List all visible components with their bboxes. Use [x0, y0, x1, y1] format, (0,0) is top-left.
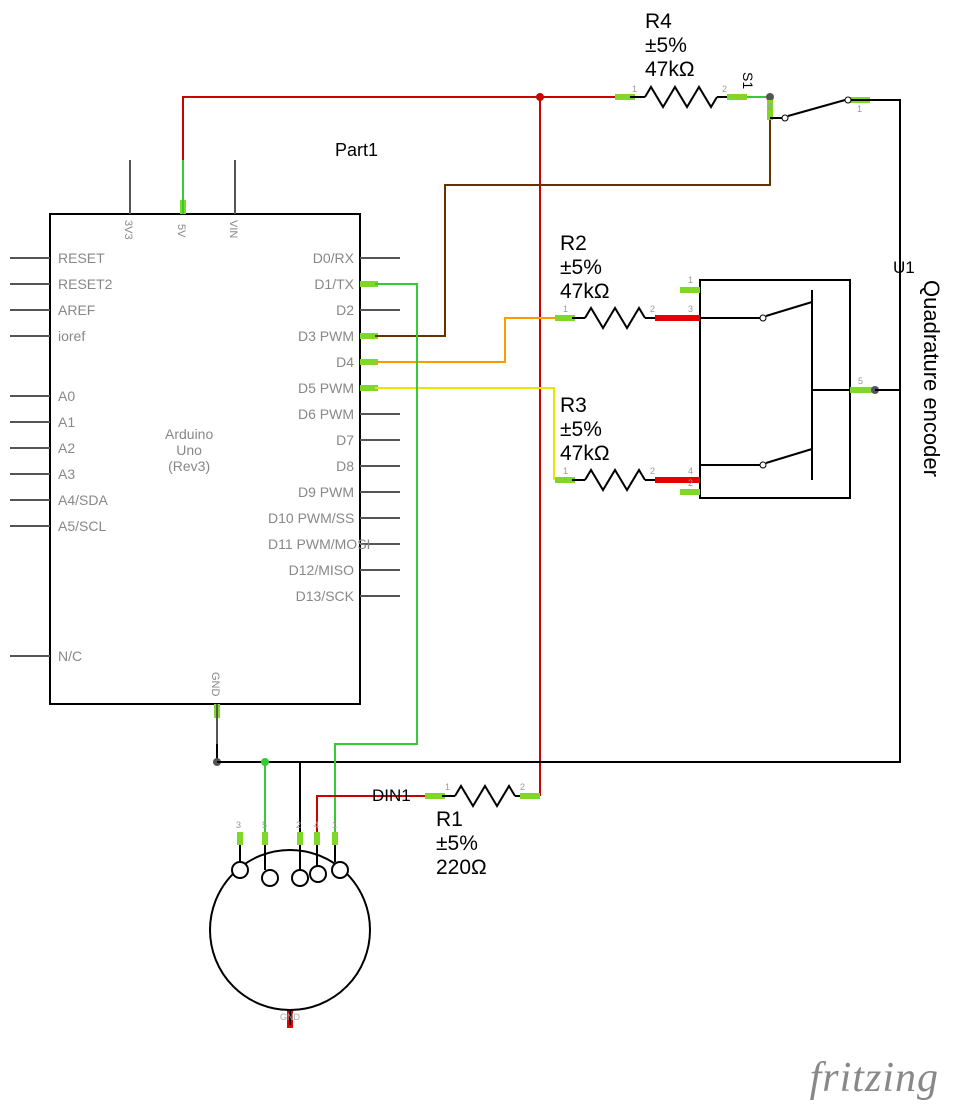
pin-gnd: GND — [209, 672, 221, 696]
pin-vin: VIN — [227, 220, 239, 238]
brand-logo: fritzing — [810, 1054, 939, 1102]
s1-label: S1 — [740, 72, 756, 89]
part1-label: Part1 — [335, 140, 378, 161]
arduino-right-pins: D0/RX D1/TX D2 D3 PWM D4 D5 PWM D6 PWM D… — [268, 250, 354, 604]
r2-label: R2 ±5% 47kΩ — [560, 232, 610, 304]
r4-label: R4 ±5% 47kΩ — [645, 10, 695, 82]
din-connector — [210, 832, 370, 1025]
resistor-R3 — [555, 470, 700, 490]
din-gnd: GND — [280, 1012, 300, 1022]
schematic-canvas: Arduino Uno (Rev3) 3V3 5V VIN RESET RESE… — [0, 0, 957, 1116]
encoder-U1 — [700, 280, 870, 498]
arduino-title: Arduino Uno (Rev3) — [165, 426, 213, 474]
r1-label: R1 ±5% 220Ω — [436, 808, 487, 880]
r3-label: R3 ±5% 47kΩ — [560, 394, 610, 466]
din-ref: DIN1 — [372, 786, 411, 806]
switch-S1 — [770, 97, 870, 121]
wiring-layer — [0, 0, 957, 1116]
encoder-name: Quadrature encoder — [918, 280, 944, 477]
arduino-left-pins: RESET RESET2 AREF ioref A0 A1 A2 A3 A4/S… — [58, 250, 112, 664]
u1-ref: U1 — [893, 258, 915, 278]
pin-3v3: 3V3 — [122, 220, 134, 240]
resistor-R2 — [555, 308, 700, 328]
pin-5v: 5V — [175, 224, 187, 237]
